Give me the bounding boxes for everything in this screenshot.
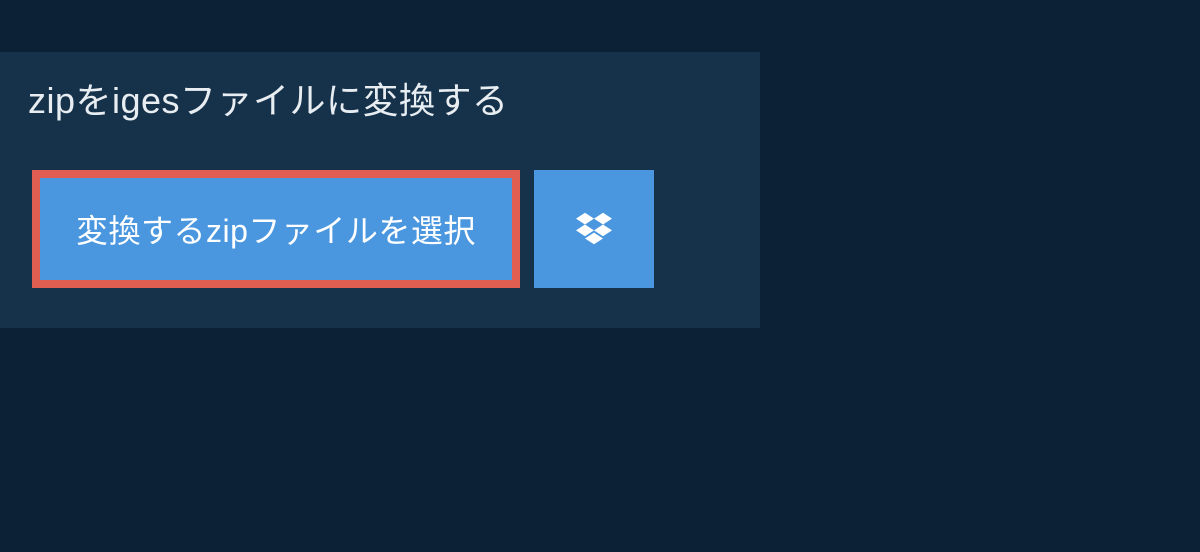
dropbox-icon	[576, 211, 612, 247]
select-file-label: 変換するzipファイルを選択	[76, 206, 476, 252]
dropbox-button[interactable]	[534, 170, 654, 288]
converter-panel: zipをigesファイルに変換する 変換するzipファイルを選択	[0, 52, 760, 328]
page-title: zipをigesファイルに変換する	[28, 72, 597, 124]
action-button-row: 変換するzipファイルを選択	[0, 170, 760, 288]
select-file-button[interactable]: 変換するzipファイルを選択	[32, 170, 520, 288]
title-bar: zipをigesファイルに変換する	[0, 52, 625, 152]
